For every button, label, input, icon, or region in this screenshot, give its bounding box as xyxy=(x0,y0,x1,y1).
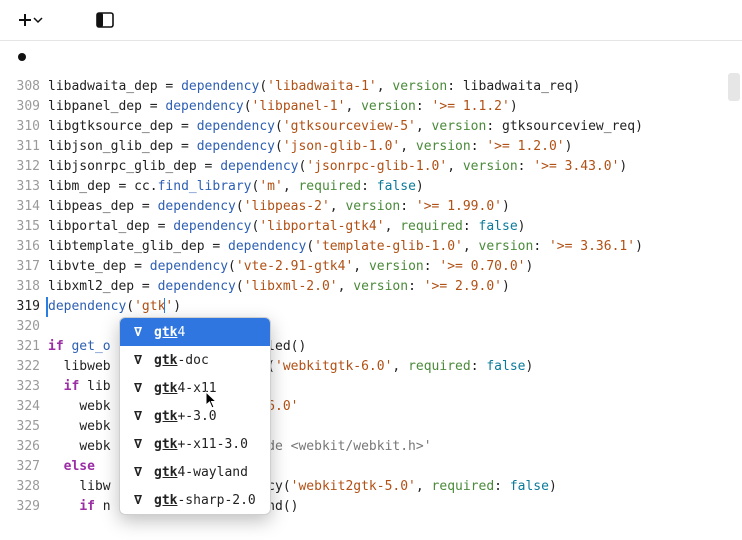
autocomplete-label: gtk-sharp-2.0 xyxy=(154,493,256,508)
code-line[interactable]: libportal_dep = dependency('libportal-gt… xyxy=(48,217,724,237)
line-number: 326 xyxy=(0,437,48,457)
autocomplete-item[interactable]: ∇ gtk4-wayland xyxy=(120,458,270,486)
value-kind-icon: ∇ xyxy=(130,325,146,340)
line-number: 328 xyxy=(0,477,48,497)
code-line[interactable]: libtemplate_glib_dep = dependency('templ… xyxy=(48,237,724,257)
value-kind-icon: ∇ xyxy=(130,381,146,396)
tab-strip xyxy=(0,41,742,73)
value-kind-icon: ∇ xyxy=(130,493,146,508)
value-kind-icon: ∇ xyxy=(130,409,146,424)
line-number: 312 xyxy=(0,157,48,177)
chevron-down-icon xyxy=(33,15,43,25)
autocomplete-label: gtk4-wayland xyxy=(154,465,248,480)
code-line[interactable]: libpeas_dep = dependency('libpeas-2', ve… xyxy=(48,197,724,217)
new-file-dropdown-button[interactable] xyxy=(8,6,52,34)
line-number: 321 xyxy=(0,337,48,357)
value-kind-icon: ∇ xyxy=(130,465,146,480)
code-line[interactable]: libjson_glib_dep = dependency('json-glib… xyxy=(48,137,724,157)
toolbar xyxy=(0,0,742,41)
panel-icon xyxy=(96,12,114,28)
editor[interactable]: 3083093103113123133143153163173183193203… xyxy=(0,73,742,540)
autocomplete-label: gtk4-x11 xyxy=(154,381,217,396)
line-number: 316 xyxy=(0,237,48,257)
line-number: 322 xyxy=(0,357,48,377)
line-number: 309 xyxy=(0,97,48,117)
code-line[interactable]: libm_dep = cc.find_library('m', required… xyxy=(48,177,724,197)
line-number: 320 xyxy=(0,317,48,337)
autocomplete-item[interactable]: ∇ gtk+-3.0 xyxy=(120,402,270,430)
text-cursor xyxy=(164,298,165,313)
line-number: 318 xyxy=(0,277,48,297)
autocomplete-item[interactable]: ∇ gtk+-x11-3.0 xyxy=(120,430,270,458)
code-line[interactable]: libjsonrpc_glib_dep = dependency('jsonrp… xyxy=(48,157,724,177)
line-number: 314 xyxy=(0,197,48,217)
code-line[interactable]: dependency('gtk') xyxy=(48,297,724,317)
line-number-gutter: 3083093103113123133143153163173183193203… xyxy=(0,73,48,517)
line-number: 324 xyxy=(0,397,48,417)
autocomplete-popup[interactable]: ∇ gtk4 ∇ gtk-doc ∇ gtk4-x11 ∇ gtk+-3.0 ∇ gtk+-x11… xyxy=(119,317,271,515)
code-line[interactable]: libadwaita_dep = dependency('libadwaita-… xyxy=(48,77,724,97)
autocomplete-item[interactable]: ∇ gtk-sharp-2.0 xyxy=(120,486,270,514)
cursor-line-marker xyxy=(46,297,48,317)
autocomplete-label: gtk-doc xyxy=(154,353,209,368)
line-number: 317 xyxy=(0,257,48,277)
autocomplete-item[interactable]: ∇ gtk4-x11 xyxy=(120,374,270,402)
code-line[interactable]: libvte_dep = dependency('vte-2.91-gtk4',… xyxy=(48,257,724,277)
value-kind-icon: ∇ xyxy=(130,353,146,368)
autocomplete-label: gtk+-3.0 xyxy=(154,409,217,424)
line-number: 329 xyxy=(0,497,48,517)
line-number: 325 xyxy=(0,417,48,437)
line-number: 315 xyxy=(0,217,48,237)
code-line[interactable]: libxml2_dep = dependency('libxml-2.0', v… xyxy=(48,277,724,297)
autocomplete-label: gtk4 xyxy=(154,325,185,340)
line-number: 310 xyxy=(0,117,48,137)
line-number: 319 xyxy=(0,297,48,317)
scrollbar-strip[interactable] xyxy=(728,73,740,540)
code-line[interactable]: libgtksource_dep = dependency('gtksource… xyxy=(48,117,724,137)
plus-icon xyxy=(17,12,33,28)
code-line[interactable]: libpanel_dep = dependency('libpanel-1', … xyxy=(48,97,724,117)
tab-modified-indicator[interactable] xyxy=(18,53,26,61)
line-number: 308 xyxy=(0,77,48,97)
line-number: 311 xyxy=(0,137,48,157)
line-number: 327 xyxy=(0,457,48,477)
line-number: 323 xyxy=(0,377,48,397)
autocomplete-item[interactable]: ∇ gtk4 xyxy=(120,318,270,346)
value-kind-icon: ∇ xyxy=(130,437,146,452)
autocomplete-item[interactable]: ∇ gtk-doc xyxy=(120,346,270,374)
autocomplete-label: gtk+-x11-3.0 xyxy=(154,437,248,452)
line-number: 313 xyxy=(0,177,48,197)
panel-toggle-button[interactable] xyxy=(88,6,122,34)
